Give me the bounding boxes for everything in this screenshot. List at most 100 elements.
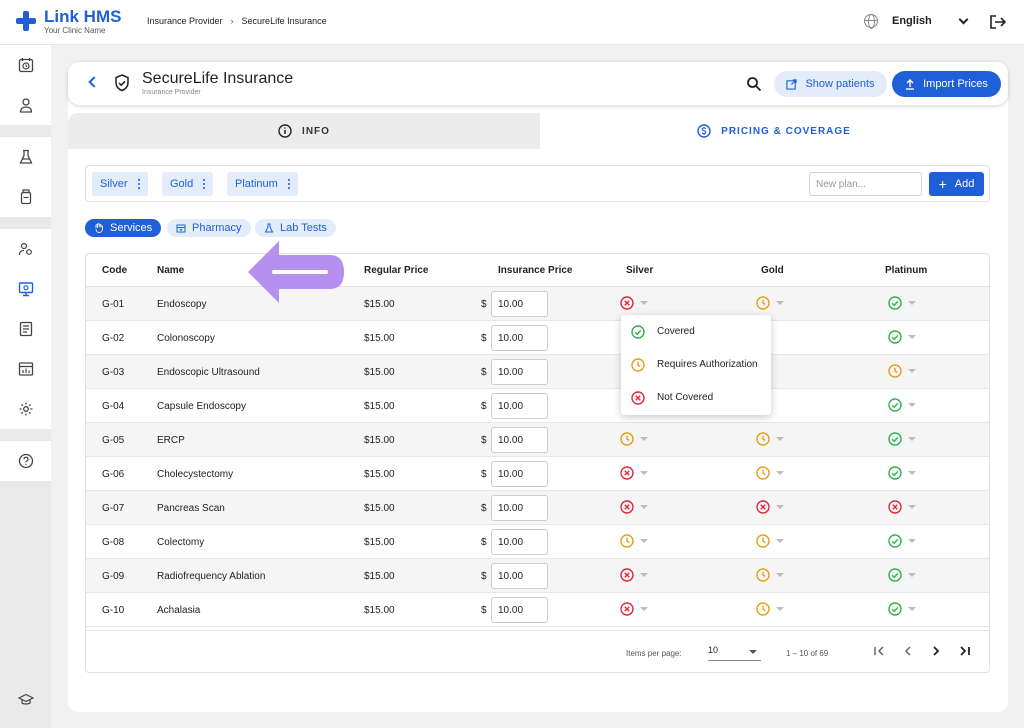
last-page-icon[interactable] bbox=[958, 644, 972, 658]
coverage-select-silver[interactable] bbox=[620, 568, 648, 582]
sidebar-item-reports[interactable] bbox=[0, 349, 51, 389]
add-plan-button[interactable]: + Add bbox=[929, 172, 984, 196]
insurance-price-input[interactable] bbox=[491, 325, 548, 351]
coverage-select-platinum[interactable] bbox=[888, 398, 916, 412]
plan-chip-silver[interactable]: Silver bbox=[92, 172, 148, 196]
caret-down-icon bbox=[908, 573, 916, 577]
more-vertical-icon[interactable] bbox=[137, 179, 140, 189]
category-services[interactable]: Services bbox=[85, 219, 162, 237]
check-circle-icon bbox=[888, 432, 902, 446]
sidebar-item-lab[interactable] bbox=[0, 137, 51, 177]
coverage-option-requires-authorization[interactable]: Requires Authorization bbox=[621, 348, 771, 381]
cell-regular-price: $15.00 bbox=[364, 333, 395, 344]
coverage-option-label: Not Covered bbox=[657, 392, 714, 403]
sidebar-item-patients[interactable] bbox=[0, 85, 51, 125]
insurance-price-input[interactable] bbox=[491, 529, 548, 555]
tab-info[interactable]: INFO bbox=[68, 113, 540, 149]
coverage-select-gold[interactable] bbox=[756, 296, 784, 310]
col-header-platinum[interactable]: Platinum bbox=[885, 265, 927, 276]
new-plan-input[interactable] bbox=[809, 172, 922, 196]
category-lab-tests[interactable]: Lab Tests bbox=[255, 219, 336, 237]
caret-down-icon bbox=[776, 539, 784, 543]
page-title: SecureLife Insurance bbox=[142, 70, 294, 87]
sidebar-item-education[interactable] bbox=[0, 680, 51, 720]
col-header-code[interactable]: Code bbox=[102, 265, 127, 276]
page-size-value: 10 bbox=[708, 645, 719, 655]
coverage-select-platinum[interactable] bbox=[888, 500, 916, 514]
sidebar-item-billing[interactable] bbox=[0, 309, 51, 349]
insurance-price-input[interactable] bbox=[491, 597, 548, 623]
insurance-price-input[interactable] bbox=[491, 393, 548, 419]
coverage-select-silver[interactable] bbox=[620, 466, 648, 480]
caret-down-icon bbox=[908, 403, 916, 407]
coverage-option-label: Covered bbox=[657, 326, 695, 337]
col-header-name[interactable]: Name bbox=[157, 265, 184, 276]
logout-icon[interactable] bbox=[990, 15, 1006, 29]
x-circle-icon bbox=[756, 500, 770, 514]
col-header-regular-price[interactable]: Regular Price bbox=[364, 265, 428, 276]
coverage-option-not-covered[interactable]: Not Covered bbox=[621, 381, 771, 414]
insurance-price-input[interactable] bbox=[491, 359, 548, 385]
coverage-select-platinum[interactable] bbox=[888, 364, 916, 378]
language-selector[interactable]: English bbox=[864, 14, 969, 29]
coverage-option-covered[interactable]: Covered bbox=[621, 315, 771, 348]
insurance-price-input[interactable] bbox=[491, 291, 548, 317]
plan-chip-gold[interactable]: Gold bbox=[162, 172, 214, 196]
coverage-select-silver[interactable] bbox=[620, 534, 648, 548]
check-circle-icon bbox=[888, 534, 902, 548]
coverage-select-platinum[interactable] bbox=[888, 602, 916, 616]
breadcrumb-parent[interactable]: Insurance Provider bbox=[147, 16, 223, 26]
import-prices-button[interactable]: Import Prices bbox=[892, 71, 1001, 97]
medicine-bottle-icon bbox=[20, 189, 31, 205]
clock-icon bbox=[756, 296, 770, 310]
currency-symbol: $ bbox=[481, 367, 487, 378]
tab-pricing-coverage[interactable]: PRICING & COVERAGE bbox=[540, 113, 1008, 149]
coverage-select-gold[interactable] bbox=[756, 534, 784, 548]
plan-chip-platinum[interactable]: Platinum bbox=[227, 172, 298, 196]
sidebar-item-help[interactable] bbox=[0, 441, 51, 481]
coverage-select-gold[interactable] bbox=[756, 568, 784, 582]
coverage-select-platinum[interactable] bbox=[888, 432, 916, 446]
first-page-icon[interactable] bbox=[872, 644, 886, 658]
shield-check-icon bbox=[115, 74, 129, 92]
coverage-select-platinum[interactable] bbox=[888, 534, 916, 548]
sidebar-item-insurance[interactable] bbox=[0, 269, 51, 309]
coverage-select-gold[interactable] bbox=[756, 466, 784, 480]
search-icon[interactable] bbox=[746, 76, 762, 92]
coverage-select-silver[interactable] bbox=[620, 602, 648, 616]
sidebar-item-staff[interactable] bbox=[0, 229, 51, 269]
col-header-gold[interactable]: Gold bbox=[761, 265, 784, 276]
coverage-select-platinum[interactable] bbox=[888, 330, 916, 344]
insurance-price-input[interactable] bbox=[491, 461, 548, 487]
insurance-price-input[interactable] bbox=[491, 563, 548, 589]
coverage-select-platinum[interactable] bbox=[888, 568, 916, 582]
coverage-select-silver[interactable] bbox=[620, 500, 648, 514]
sidebar-item-settings[interactable] bbox=[0, 389, 51, 429]
caret-down-icon bbox=[640, 539, 648, 543]
back-arrow-icon[interactable] bbox=[88, 76, 100, 88]
top-bar: Link HMS Your Clinic Name Insurance Prov… bbox=[0, 0, 1024, 45]
previous-page-icon[interactable] bbox=[901, 644, 915, 658]
caret-down-icon bbox=[908, 437, 916, 441]
coverage-select-gold[interactable] bbox=[756, 500, 784, 514]
more-vertical-icon[interactable] bbox=[287, 179, 290, 189]
insurance-price-input[interactable] bbox=[491, 495, 548, 521]
coverage-select-platinum[interactable] bbox=[888, 296, 916, 310]
sidebar-item-appointments[interactable] bbox=[0, 45, 51, 85]
coverage-select-silver[interactable] bbox=[620, 296, 648, 310]
more-vertical-icon[interactable] bbox=[203, 179, 206, 189]
col-header-insurance-price[interactable]: Insurance Price bbox=[498, 265, 572, 276]
app-logo[interactable]: Link HMS Your Clinic Name bbox=[16, 8, 121, 35]
coverage-select-platinum[interactable] bbox=[888, 466, 916, 480]
category-pharmacy[interactable]: Pharmacy bbox=[167, 219, 251, 237]
show-patients-button[interactable]: Show patients bbox=[774, 71, 887, 97]
col-header-silver[interactable]: Silver bbox=[626, 265, 653, 276]
insurance-price-input[interactable] bbox=[491, 427, 548, 453]
coverage-select-gold[interactable] bbox=[756, 432, 784, 446]
page-size-select[interactable]: 10 bbox=[708, 645, 761, 661]
next-page-icon[interactable] bbox=[929, 644, 943, 658]
sidebar-item-pharmacy[interactable] bbox=[0, 177, 51, 217]
coverage-select-gold[interactable] bbox=[756, 602, 784, 616]
coverage-select-silver[interactable] bbox=[620, 432, 648, 446]
caret-down-icon bbox=[908, 505, 916, 509]
